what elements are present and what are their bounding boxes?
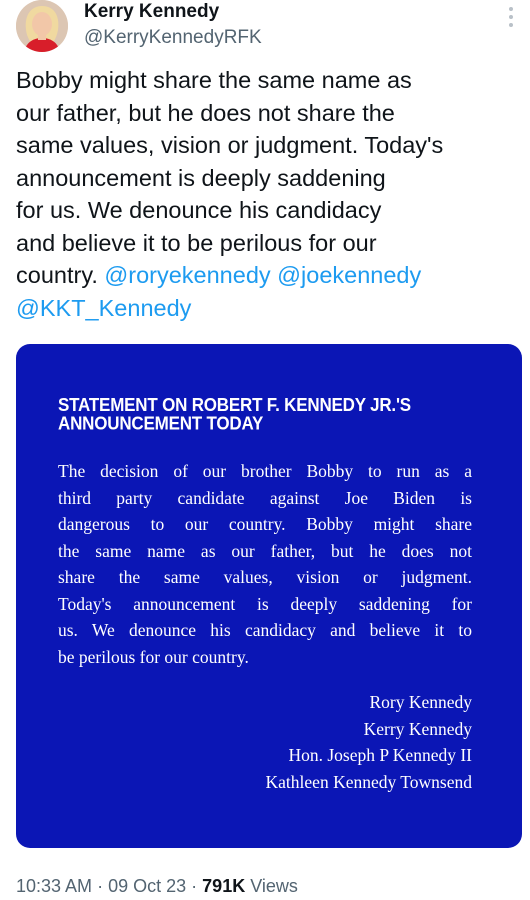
statement-signatures: Rory Kennedy Kerry Kennedy Hon. Joseph P… (266, 689, 472, 795)
profile-photo-icon (16, 0, 68, 52)
statement-body-line: Today's announcement is deeply saddening… (58, 593, 472, 614)
views-label: Views (250, 876, 298, 896)
tweet-line: and believe it to be perilous for our (16, 229, 377, 256)
statement-image[interactable]: STATEMENT ON ROBERT F. KENNEDY JR.'S ANN… (16, 344, 522, 848)
tweet-text-country: country. (16, 262, 98, 288)
signature-line: Hon. Joseph P Kennedy II (288, 745, 472, 765)
tweet-line-last: country. @roryekennedy @joekennedy (16, 259, 510, 292)
author-handle[interactable]: @KerryKennedyRFK (84, 26, 262, 50)
tweet-text: Bobby might share the same name as our f… (16, 64, 510, 324)
avatar[interactable] (16, 0, 68, 52)
tweet-line: Bobby might share the same name as (16, 67, 412, 93)
tweet-line: our father, but he does not share the (16, 99, 395, 126)
statement-title: STATEMENT ON ROBERT F. KENNEDY JR.'S ANN… (58, 396, 498, 433)
signature-line: Kerry Kennedy (363, 718, 472, 739)
statement-body: The decision of our brother Bobby to run… (58, 458, 472, 670)
tweet-date[interactable]: 09 Oct 23 (108, 876, 186, 896)
statement-title-line: STATEMENT ON ROBERT F. KENNEDY JR.'S (58, 394, 411, 416)
mention-link[interactable]: @roryekennedy (104, 262, 270, 288)
mention-link[interactable]: @KKT_Kennedy (16, 295, 191, 321)
tweet-line: for us. We denounce his candidacy (16, 197, 382, 223)
statement-body-line: dangerous to our country. Bobby might sh… (58, 514, 472, 534)
tweet-time[interactable]: 10:33 AM (16, 876, 92, 896)
signature-line: Kathleen Kennedy Townsend (265, 771, 472, 792)
tweet-meta: 10:33 AM · 09 Oct 23 · 791K Views (16, 875, 298, 897)
more-vertical-icon[interactable] (506, 6, 516, 30)
statement-body-line: third party candidate against Joe Biden … (58, 487, 472, 508)
statement-title-line: ANNOUNCEMENT TODAY (58, 413, 264, 434)
meta-separator: · (191, 876, 198, 896)
statement-body-line: share the same values, vision or judgmen… (58, 567, 472, 587)
statement-body-line: be perilous for our country. (58, 646, 249, 667)
statement-body-line: the same name as our father, but he does… (58, 540, 472, 561)
statement-body-line: us. We denounce his candidacy and believ… (58, 620, 472, 640)
views-count: 791K (202, 876, 246, 896)
tweet-line: @KKT_Kennedy (16, 292, 510, 325)
mention-link[interactable]: @joekennedy (277, 262, 421, 288)
tweet-line: announcement is deeply saddening (16, 164, 386, 191)
statement-body-line: The decision of our brother Bobby to run… (58, 461, 472, 481)
tweet-line: same values, vision or judgment. Today's (16, 132, 444, 158)
author-name[interactable]: Kerry Kennedy (84, 0, 219, 24)
tweet-header: Kerry Kennedy @KerryKennedyRFK (0, 0, 530, 60)
signature-line: Rory Kennedy (369, 692, 472, 712)
meta-separator: · (97, 876, 104, 896)
